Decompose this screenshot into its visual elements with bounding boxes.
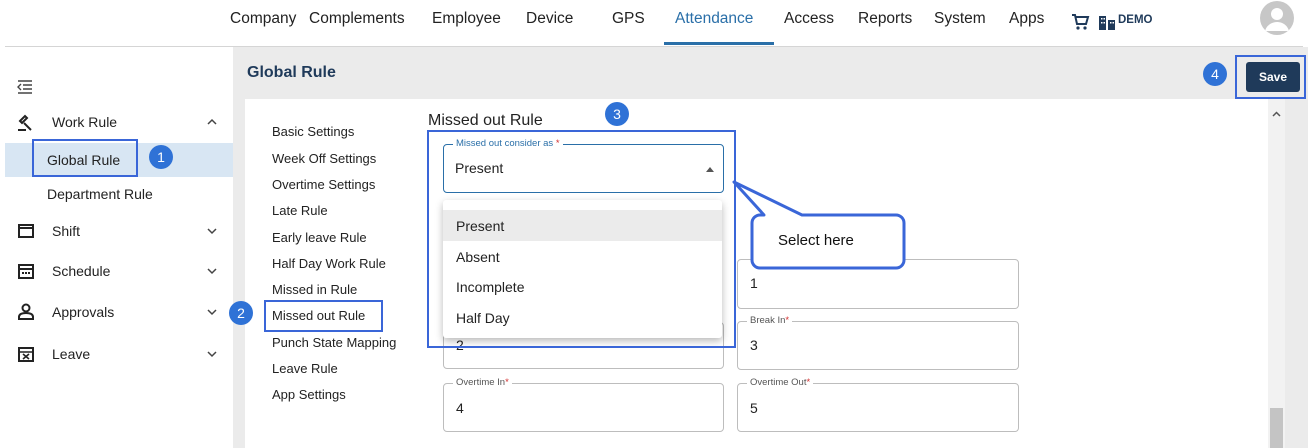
sidebar-group-label: Schedule <box>52 263 111 279</box>
settings-nav-overtime-settings[interactable]: Overtime Settings <box>272 177 375 192</box>
chevron-down-icon <box>207 351 217 358</box>
nav-system[interactable]: System <box>934 10 986 28</box>
scrollbar[interactable] <box>1268 99 1285 448</box>
section-title: Missed out Rule <box>428 112 543 129</box>
field-value: 1 <box>750 275 758 291</box>
chevron-down-icon <box>207 228 217 235</box>
annotation-badge-3: 3 <box>605 102 629 126</box>
cart-icon[interactable] <box>1070 12 1090 32</box>
sidebar-group-leave[interactable]: Leave <box>5 337 233 371</box>
highlight-missed-out-rule <box>264 300 383 332</box>
sidebar-item-label: Department Rule <box>47 186 153 202</box>
field-value: 4 <box>456 400 464 416</box>
sidebar-group-work-rule[interactable]: Work Rule <box>5 105 233 139</box>
nav-attendance[interactable]: Attendance <box>675 10 753 28</box>
chevron-down-icon <box>207 309 217 316</box>
avatar[interactable] <box>1260 1 1294 35</box>
scroll-up-icon[interactable] <box>1270 108 1283 121</box>
settings-nav-week-off-settings[interactable]: Week Off Settings <box>272 151 376 166</box>
field-label: Overtime In* <box>453 377 512 388</box>
callout-text: Select here <box>778 232 854 249</box>
approvals-icon <box>18 303 34 320</box>
settings-nav-early-leave-rule[interactable]: Early leave Rule <box>272 230 367 245</box>
nav-complements[interactable]: Complements <box>309 10 405 28</box>
chevron-up-icon <box>207 118 217 125</box>
scrollbar-thumb[interactable] <box>1270 408 1283 448</box>
settings-nav-basic-settings[interactable]: Basic Settings <box>272 124 354 139</box>
sidebar: Work Rule Global Rule Department Rule Sh… <box>5 47 233 448</box>
org-name[interactable]: DEMO <box>1118 14 1153 26</box>
callout-bubble <box>732 180 906 270</box>
calendar-icon <box>18 264 34 279</box>
settings-nav-app-settings[interactable]: App Settings <box>272 387 346 402</box>
nav-gps[interactable]: GPS <box>612 10 645 28</box>
sidebar-group-label: Shift <box>52 223 81 239</box>
nav-employee[interactable]: Employee <box>432 10 501 28</box>
sidebar-group-label: Approvals <box>52 304 115 320</box>
settings-nav-missed-in-rule[interactable]: Missed in Rule <box>272 282 357 297</box>
annotation-badge-2: 2 <box>229 301 253 325</box>
overtime-out-field[interactable]: Overtime Out* 5 <box>737 377 1019 432</box>
field-value: 5 <box>750 400 758 416</box>
building-icon <box>1099 16 1115 30</box>
gavel-icon <box>18 114 32 131</box>
annotation-badge-4: 4 <box>1203 62 1227 86</box>
overtime-in-field[interactable]: Overtime In* 4 <box>443 377 724 432</box>
settings-nav-half-day-work-rule[interactable]: Half Day Work Rule <box>272 256 386 271</box>
chevron-down-icon <box>207 268 217 275</box>
highlight-select-area <box>427 130 736 348</box>
field-label: Break In* <box>747 315 793 326</box>
break-in-field[interactable]: Break In* 3 <box>737 315 1019 370</box>
page-title: Global Rule <box>247 64 336 81</box>
highlight-save-button <box>1235 55 1306 99</box>
shift-icon <box>18 224 34 238</box>
sidebar-group-label: Work Rule <box>52 114 118 130</box>
nav-apps[interactable]: Apps <box>1009 10 1044 28</box>
highlight-global-rule <box>32 139 138 177</box>
sidebar-group-label: Leave <box>52 346 91 362</box>
nav-reports[interactable]: Reports <box>858 10 912 28</box>
nav-access[interactable]: Access <box>784 10 834 28</box>
nav-company[interactable]: Company <box>230 10 296 28</box>
sidebar-group-shift[interactable]: Shift <box>5 214 233 248</box>
sidebar-item-department-rule[interactable]: Department Rule <box>5 177 233 211</box>
settings-nav-punch-state-mapping[interactable]: Punch State Mapping <box>272 335 396 350</box>
sidebar-group-schedule[interactable]: Schedule <box>5 254 233 288</box>
settings-nav-leave-rule[interactable]: Leave Rule <box>272 361 338 376</box>
active-tab-indicator <box>664 42 774 45</box>
leave-icon <box>18 347 34 362</box>
collapse-menu-icon[interactable] <box>17 80 33 94</box>
settings-nav-late-rule[interactable]: Late Rule <box>272 203 328 218</box>
annotation-badge-1: 1 <box>149 145 173 169</box>
user-icon <box>1265 8 1289 31</box>
field-label: Overtime Out* <box>747 377 814 388</box>
field-value: 3 <box>750 337 758 353</box>
nav-device[interactable]: Device <box>526 10 573 28</box>
sidebar-group-approvals[interactable]: Approvals <box>5 295 233 329</box>
